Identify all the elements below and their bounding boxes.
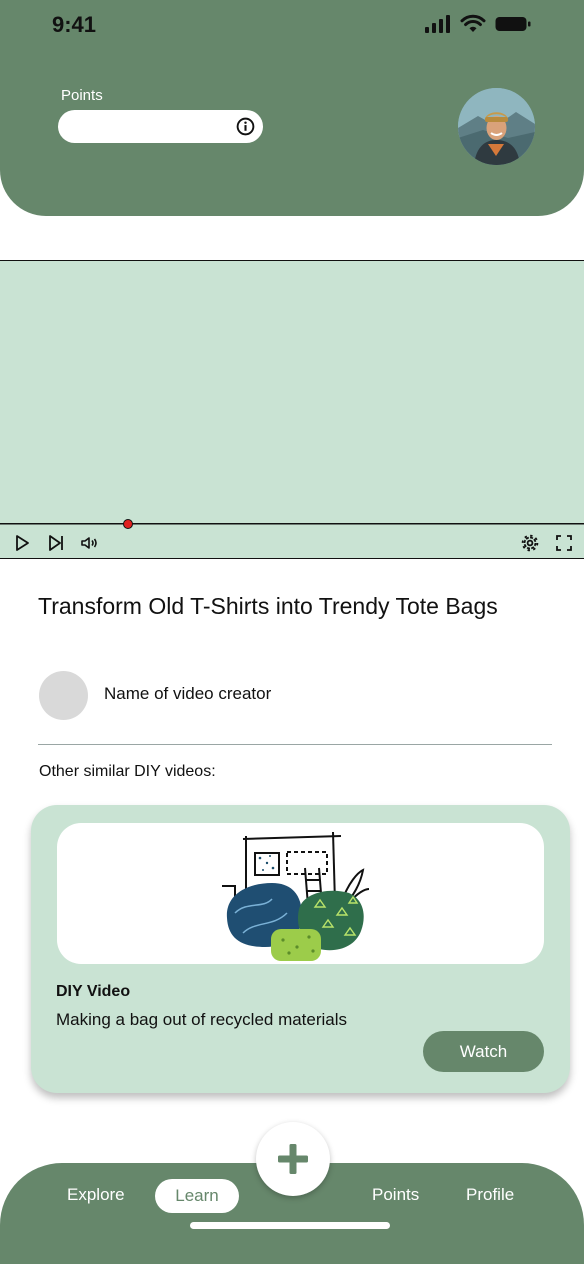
add-button[interactable] bbox=[256, 1122, 330, 1196]
volume-icon[interactable] bbox=[80, 533, 100, 553]
home-indicator bbox=[190, 1222, 390, 1229]
creator-name[interactable]: Name of video creator bbox=[104, 684, 271, 704]
battery-icon bbox=[495, 17, 531, 31]
card-description: Making a bag out of recycled materials bbox=[56, 1010, 348, 1029]
play-icon[interactable] bbox=[12, 533, 32, 553]
video-player[interactable] bbox=[0, 260, 584, 559]
diy-illustration bbox=[222, 831, 370, 961]
video-controls-left bbox=[12, 533, 100, 553]
fullscreen-icon[interactable] bbox=[554, 533, 574, 553]
creator-avatar[interactable] bbox=[39, 671, 88, 720]
points-label: Points bbox=[61, 87, 103, 104]
nav-learn[interactable]: Learn bbox=[155, 1179, 239, 1213]
wifi-icon bbox=[460, 14, 486, 32]
points-bar[interactable] bbox=[58, 110, 263, 143]
divider bbox=[38, 744, 552, 745]
nav-profile[interactable]: Profile bbox=[466, 1185, 514, 1205]
watch-button[interactable]: Watch bbox=[423, 1031, 544, 1072]
card-thumbnail[interactable] bbox=[57, 823, 544, 964]
video-card[interactable]: DIY Video Making a bag out of recycled m… bbox=[31, 805, 570, 1093]
settings-gear-icon[interactable] bbox=[520, 533, 540, 553]
nav-points[interactable]: Points bbox=[372, 1185, 419, 1205]
video-progress-bar[interactable] bbox=[0, 523, 584, 525]
nav-explore[interactable]: Explore bbox=[67, 1185, 125, 1205]
card-type-label: DIY Video bbox=[56, 983, 131, 1000]
info-icon[interactable] bbox=[236, 117, 255, 136]
user-photo bbox=[458, 88, 535, 165]
progress-scrubber[interactable] bbox=[123, 519, 134, 529]
status-time: 9:41 bbox=[52, 12, 97, 37]
cellular-signal-icon bbox=[425, 15, 450, 33]
video-title: Transform Old T-Shirts into Trendy Tote … bbox=[38, 593, 498, 619]
video-controls-right bbox=[520, 533, 574, 553]
status-icons bbox=[424, 14, 532, 34]
plus-icon bbox=[278, 1144, 308, 1174]
skip-next-icon[interactable] bbox=[46, 533, 66, 553]
similar-videos-heading: Other similar DIY videos: bbox=[39, 763, 216, 780]
avatar[interactable] bbox=[458, 88, 535, 165]
header: 9:41 Points bbox=[0, 0, 584, 216]
